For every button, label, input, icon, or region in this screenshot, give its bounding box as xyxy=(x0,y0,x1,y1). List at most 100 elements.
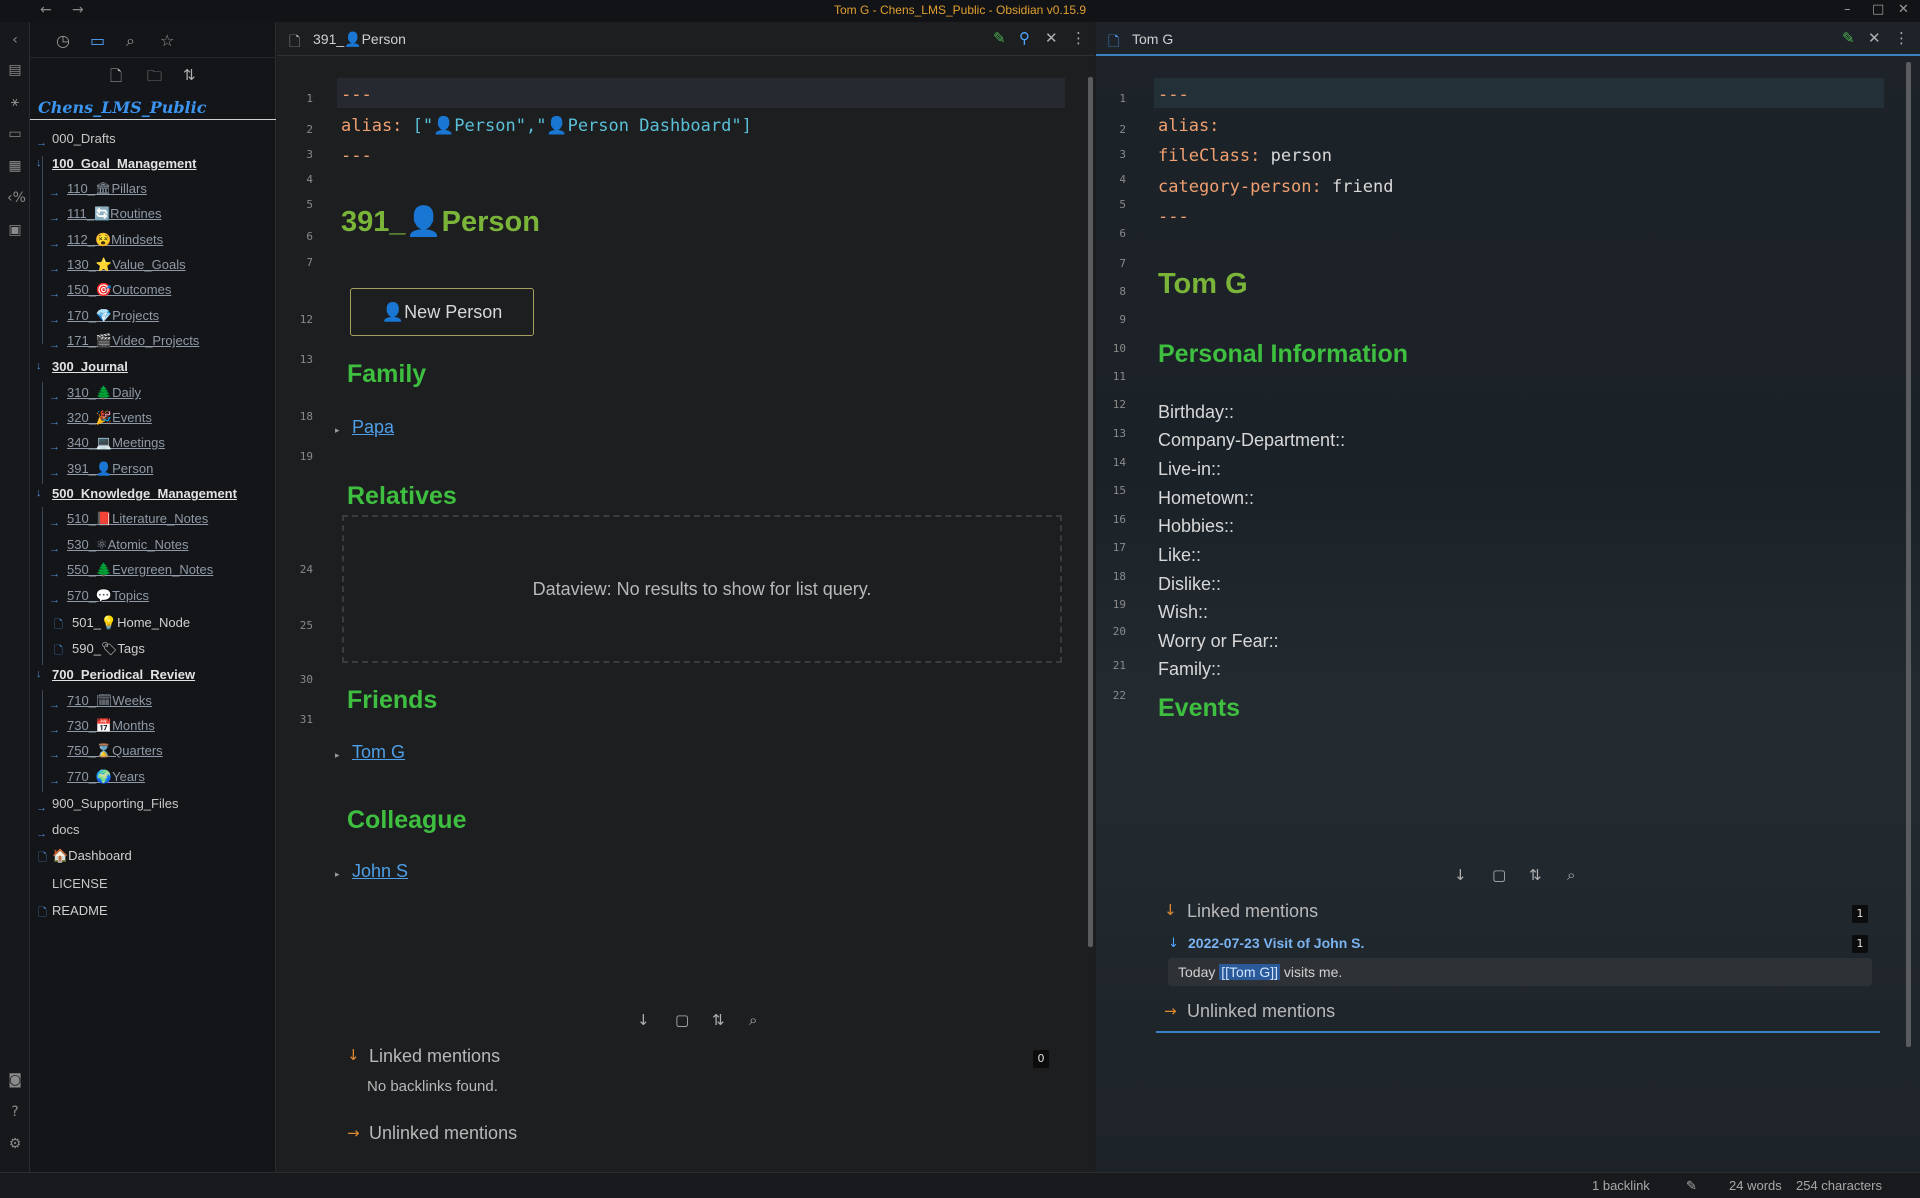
right-pane-title[interactable]: Tom G xyxy=(1132,31,1173,47)
family-link[interactable]: Papa xyxy=(352,417,394,438)
file-item[interactable]: 🗋 590_🏷Tags xyxy=(30,639,276,659)
folder-item[interactable]: → 320_🎉Events xyxy=(30,408,276,428)
linked-mentions-header[interactable]: Linked mentions xyxy=(369,1046,500,1067)
frontmatter-end[interactable]: --- xyxy=(1158,207,1189,227)
mention-link-highlight[interactable]: [[Tom G]] xyxy=(1219,964,1281,980)
alias-line[interactable]: alias: xyxy=(1158,116,1219,136)
inline-field[interactable]: Like:: xyxy=(1158,545,1201,566)
folder-collapsed-arrow-icon[interactable]: → xyxy=(49,441,60,453)
edit-pencil-icon[interactable]: ✎ xyxy=(993,29,1006,47)
friends-heading[interactable]: Friends xyxy=(347,686,437,715)
more-options-icon[interactable]: ⋮ xyxy=(1894,29,1909,47)
folder-collapsed-arrow-icon[interactable]: → xyxy=(49,594,60,606)
folder-item[interactable]: → 170_💎Projects xyxy=(30,306,276,326)
fold-bullet-icon[interactable]: ▸ xyxy=(335,870,340,880)
show-context-icon[interactable]: ▢ xyxy=(675,1011,689,1029)
recent-files-icon[interactable]: ◷ xyxy=(56,31,70,50)
folder-item[interactable]: → 900_Supporting_Files xyxy=(30,794,276,814)
pin-icon[interactable]: ⚲ xyxy=(1019,29,1030,47)
inline-field[interactable]: Hometown:: xyxy=(1158,488,1254,509)
backlink-count[interactable]: 1 backlink xyxy=(1592,1178,1650,1193)
expand-arrow-icon[interactable]: ↓ xyxy=(1164,901,1177,919)
inline-field[interactable]: Company-Department:: xyxy=(1158,430,1345,451)
file-item[interactable]: LICENSE xyxy=(30,874,276,894)
personal-info-heading[interactable]: Personal Information xyxy=(1158,340,1408,369)
file-explorer-folder-icon[interactable]: ▭ xyxy=(90,31,105,50)
colleague-heading[interactable]: Colleague xyxy=(347,806,466,835)
family-heading[interactable]: Family xyxy=(347,360,426,389)
folder-expanded-arrow-icon[interactable]: ↓ xyxy=(36,360,42,372)
vault-switcher-icon[interactable]: ◙ xyxy=(7,1072,23,1088)
category-line[interactable]: category-person: friend xyxy=(1158,177,1393,197)
new-folder-icon[interactable]: 🗀 xyxy=(147,66,162,91)
folder-collapsed-arrow-icon[interactable]: → xyxy=(36,828,47,840)
left-pane-title[interactable]: 391_👤Person xyxy=(313,31,406,48)
folder-collapsed-arrow-icon[interactable]: → xyxy=(49,288,60,300)
folder-item[interactable]: → 770_🌍Years xyxy=(30,767,276,787)
show-context-icon[interactable]: ▢ xyxy=(1492,866,1506,884)
folder-item[interactable]: → 111_🔄Routines xyxy=(30,204,276,224)
folder-item[interactable]: ↓ 300_Journal xyxy=(30,357,276,377)
folder-item[interactable]: → 391_👤Person xyxy=(30,459,276,479)
folder-item[interactable]: → 340_💻Meetings xyxy=(30,433,276,453)
mention-file-link[interactable]: 2022-07-23 Visit of John S. xyxy=(1188,935,1364,951)
folder-collapsed-arrow-icon[interactable]: → xyxy=(49,187,60,199)
file-item[interactable]: 🗋 🏠Dashboard xyxy=(30,846,276,866)
settings-gear-icon[interactable]: ⚙ xyxy=(7,1136,23,1152)
folder-collapsed-arrow-icon[interactable]: → xyxy=(49,467,60,479)
folder-item[interactable]: → 110_🏛Pillars xyxy=(30,179,276,199)
folder-collapsed-arrow-icon[interactable]: → xyxy=(49,775,60,787)
open-quick-switcher-icon[interactable]: ▤ xyxy=(7,62,23,78)
folder-collapsed-arrow-icon[interactable]: → xyxy=(49,543,60,555)
linked-mentions-header[interactable]: Linked mentions xyxy=(1187,901,1318,922)
edit-mode-pencil-icon[interactable]: ✎ xyxy=(1686,1178,1697,1194)
folder-item[interactable]: → 000_Drafts xyxy=(30,129,276,149)
minimize-button[interactable]: – xyxy=(1844,2,1851,17)
folder-collapsed-arrow-icon[interactable]: → xyxy=(49,517,60,529)
unlinked-mentions-header[interactable]: Unlinked mentions xyxy=(1187,1001,1335,1022)
collapsed-arrow-icon[interactable]: → xyxy=(1164,1002,1177,1020)
folder-item[interactable]: → 750_⌛Quarters xyxy=(30,741,276,761)
folder-item[interactable]: → 310_🌲Daily xyxy=(30,383,276,403)
inline-field[interactable]: Family:: xyxy=(1158,659,1221,680)
sort-order-icon[interactable]: ⇅ xyxy=(712,1011,725,1029)
folder-item[interactable]: ↓ 700_Periodical_Review xyxy=(30,665,276,685)
fold-bullet-icon[interactable]: ▸ xyxy=(335,751,340,761)
folder-collapsed-arrow-icon[interactable]: → xyxy=(49,339,60,351)
collapse-results-icon[interactable]: ↓ xyxy=(1454,866,1467,884)
collapsed-arrow-icon[interactable]: → xyxy=(347,1124,360,1142)
folder-expanded-arrow-icon[interactable]: ↓ xyxy=(36,487,42,499)
templater-icon[interactable]: ‹% xyxy=(7,190,26,206)
note-title[interactable]: 391_👤Person xyxy=(341,205,540,239)
frontmatter-end[interactable]: --- xyxy=(341,146,372,166)
search-filter-icon[interactable]: ⌕ xyxy=(1567,866,1575,884)
folder-item[interactable]: ↓ 500_Knowledge_Management xyxy=(30,484,276,504)
close-pane-icon[interactable]: ✕ xyxy=(1045,29,1058,47)
collapse-sidebar-icon[interactable]: ‹ xyxy=(7,32,23,48)
folder-collapsed-arrow-icon[interactable]: → xyxy=(36,802,47,814)
mention-context[interactable]: Today [[Tom G]] visits me. xyxy=(1168,958,1872,986)
canvas-icon[interactable]: ▭ xyxy=(7,126,23,142)
daily-note-icon[interactable]: ▦ xyxy=(7,158,23,174)
fileclass-line[interactable]: fileClass: person xyxy=(1158,146,1332,166)
expand-arrow-icon[interactable]: ↓ xyxy=(1168,936,1179,951)
search-icon[interactable]: ⌕ xyxy=(126,31,135,51)
folder-item[interactable]: → 530_⚛Atomic_Notes xyxy=(30,535,276,555)
help-icon[interactable]: ? xyxy=(7,1104,23,1120)
close-window-button[interactable]: ✕ xyxy=(1898,2,1909,17)
starred-icon[interactable]: ☆ xyxy=(160,31,174,50)
folder-collapsed-arrow-icon[interactable]: → xyxy=(49,568,60,580)
colleague-link[interactable]: John S xyxy=(352,861,408,882)
inline-field[interactable]: Hobbies:: xyxy=(1158,516,1234,537)
folder-collapsed-arrow-icon[interactable]: → xyxy=(49,314,60,326)
folder-item[interactable]: → 510_📕Literature_Notes xyxy=(30,509,276,529)
expand-arrow-icon[interactable]: ↓ xyxy=(347,1046,360,1064)
folder-item[interactable]: → 112_😵Mindsets xyxy=(30,230,276,250)
folder-collapsed-arrow-icon[interactable]: → xyxy=(36,137,47,149)
unlinked-mentions-header[interactable]: Unlinked mentions xyxy=(369,1123,517,1144)
calendar-icon[interactable]: ▣ xyxy=(7,222,23,238)
search-filter-icon[interactable]: ⌕ xyxy=(749,1011,757,1029)
edit-pencil-icon[interactable]: ✎ xyxy=(1842,29,1855,47)
sort-order-icon[interactable]: ⇅ xyxy=(1529,866,1542,884)
folder-item[interactable]: → 130_⭐Value_Goals xyxy=(30,255,276,275)
